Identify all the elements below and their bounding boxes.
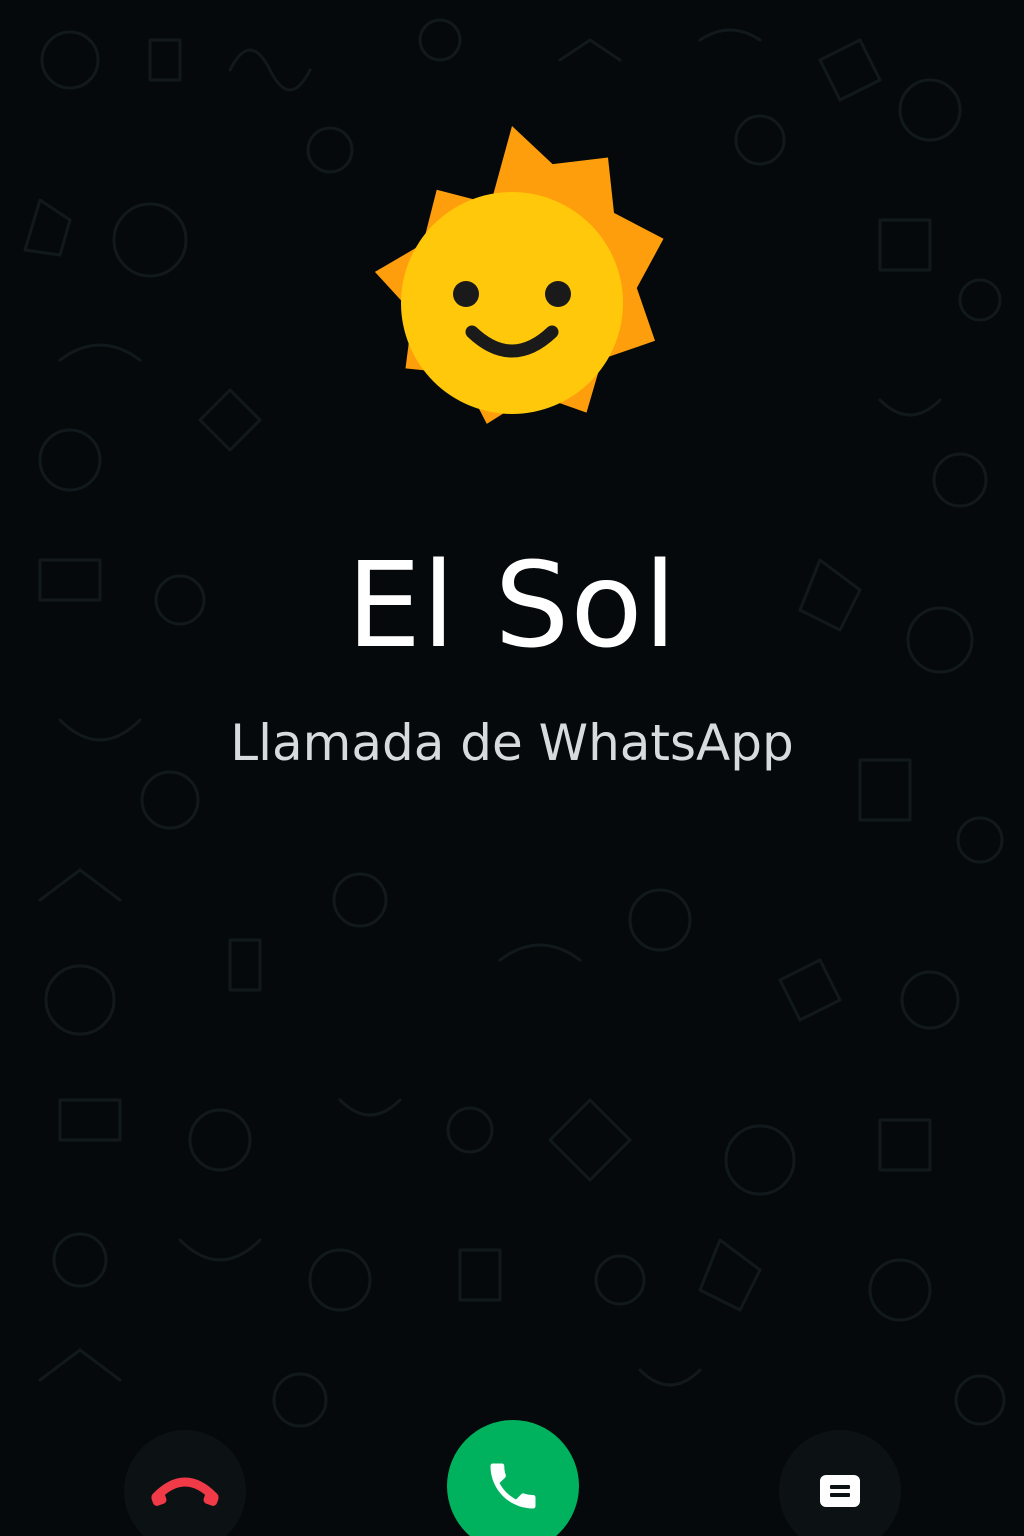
sun-face [401,192,623,414]
caller-name: El Sol [346,536,678,674]
sun-left-eye [453,281,479,307]
call-type-label: Llamada de WhatsApp [230,714,794,772]
smiling-sun-icon [374,126,664,424]
message-icon [820,1475,860,1507]
phone-icon [490,1463,536,1509]
incoming-call-screen: El Sol Llamada de WhatsApp [0,0,1024,1536]
phone-hangup-icon [151,1477,219,1506]
sun-right-eye [545,281,571,307]
